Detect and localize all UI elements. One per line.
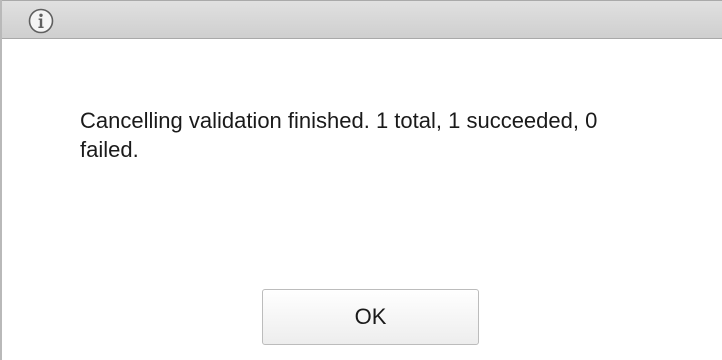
dialog-message: Cancelling validation finished. 1 total,… [80,108,598,162]
info-dialog: Cancelling validation finished. 1 total,… [0,0,722,360]
dialog-titlebar [2,0,722,39]
ok-button[interactable]: OK [262,289,479,345]
info-icon [28,8,54,34]
